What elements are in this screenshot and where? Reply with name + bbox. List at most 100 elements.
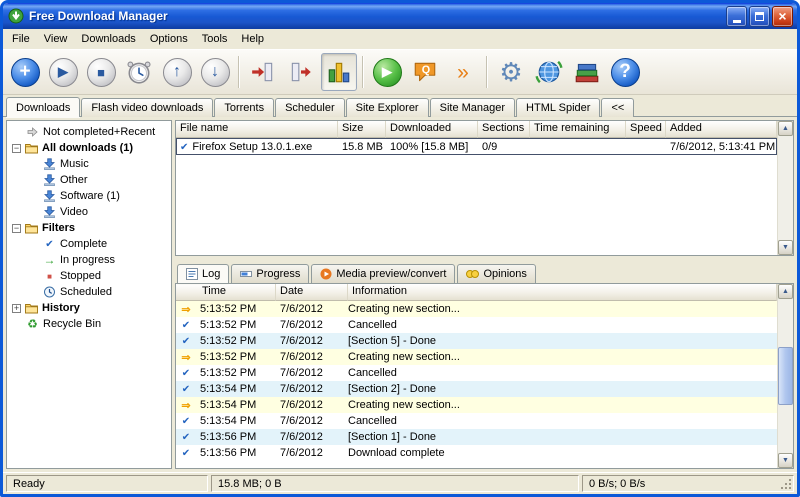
feedback-button[interactable]: Q xyxy=(407,53,443,91)
tab-flash-video-downloads[interactable]: Flash video downloads xyxy=(81,98,214,117)
sections-chart-toggle[interactable] xyxy=(321,53,357,91)
log-scrollbar[interactable]: ▲ ▼ xyxy=(777,284,793,468)
collapse-box-icon[interactable] xyxy=(12,223,21,233)
status-speed: 0 B/s; 0 B/s xyxy=(582,475,794,492)
column-header-size[interactable]: Size xyxy=(338,121,386,138)
menu-options[interactable]: Options xyxy=(143,31,195,48)
file-name: Firefox Setup 13.0.1.exe xyxy=(192,140,313,153)
books-icon xyxy=(575,63,599,83)
tree-item-in-progress[interactable]: In progress xyxy=(7,252,171,268)
download-row[interactable]: Firefox Setup 13.0.1.exe 15.8 MB 100% [1… xyxy=(176,138,777,155)
column-header-time[interactable]: Time xyxy=(176,284,276,301)
tree-item-other[interactable]: Other xyxy=(7,172,171,188)
community-button[interactable]: » xyxy=(445,53,481,91)
menu-downloads[interactable]: Downloads xyxy=(74,31,142,48)
log-date: 7/6/2012 xyxy=(280,303,323,315)
export-list-button[interactable] xyxy=(283,53,319,91)
app-window: Free Download Manager × File View Downlo… xyxy=(0,0,800,497)
move-down-button[interactable]: ↓ xyxy=(197,53,233,91)
menu-tools[interactable]: Tools xyxy=(195,31,235,48)
log-status-icon xyxy=(176,431,196,443)
column-header-information[interactable]: Information xyxy=(348,284,777,301)
scrollbar-track[interactable] xyxy=(778,136,793,240)
move-up-button[interactable]: ↑ xyxy=(159,53,195,91)
log-row[interactable]: 5:13:56 PM 7/6/2012 [Section 1] - Done xyxy=(176,429,777,445)
column-header-sections[interactable]: Sections xyxy=(478,121,530,138)
column-header-added[interactable]: Added xyxy=(666,121,777,138)
scroll-up-button[interactable]: ▲ xyxy=(778,121,793,136)
log-info: Creating new section... xyxy=(348,351,460,363)
tree-item-not-completed[interactable]: Not completed+Recent xyxy=(7,124,171,140)
log-row[interactable]: 5:13:52 PM 7/6/2012 Creating new section… xyxy=(176,301,777,317)
tab-collapse[interactable]: << xyxy=(601,98,635,117)
log-row[interactable]: 5:13:52 PM 7/6/2012 [Section 5] - Done xyxy=(176,333,777,349)
tree-item-history[interactable]: History xyxy=(7,300,171,316)
title-bar[interactable]: Free Download Manager × xyxy=(3,3,797,29)
tab-log[interactable]: Log xyxy=(177,264,230,284)
scroll-down-button[interactable]: ▼ xyxy=(778,453,793,468)
start-all-button[interactable]: ▶ xyxy=(369,53,405,91)
tab-opinions[interactable]: Opinions xyxy=(457,264,536,284)
scheduler-button[interactable] xyxy=(121,53,157,91)
import-list-button[interactable] xyxy=(245,53,281,91)
tab-html-spider[interactable]: HTML Spider xyxy=(516,98,601,117)
log-row[interactable]: 5:13:52 PM 7/6/2012 Cancelled xyxy=(176,365,777,381)
tree-item-recycle-bin[interactable]: Recycle Bin xyxy=(7,316,171,332)
tree-item-all-downloads[interactable]: All downloads (1) xyxy=(7,140,171,156)
media-play-icon xyxy=(320,268,332,280)
tree-item-filters[interactable]: Filters xyxy=(7,220,171,236)
tab-progress[interactable]: Progress xyxy=(231,264,310,284)
tab-site-manager[interactable]: Site Manager xyxy=(429,98,516,117)
scrollbar-thumb[interactable] xyxy=(778,347,793,405)
help-button[interactable]: ? xyxy=(607,53,643,91)
maximize-button[interactable] xyxy=(749,5,770,27)
green-play-icon: ▶ xyxy=(372,57,402,87)
log-row[interactable]: 5:13:56 PM 7/6/2012 Download complete xyxy=(176,445,777,461)
start-download-button[interactable]: ▶ xyxy=(45,53,81,91)
log-row[interactable]: 5:13:54 PM 7/6/2012 Creating new section… xyxy=(176,397,777,413)
menu-file[interactable]: File xyxy=(5,31,37,48)
tree-item-software[interactable]: Software (1) xyxy=(7,188,171,204)
settings-button[interactable]: ⚙ xyxy=(493,53,529,91)
scroll-down-button[interactable]: ▼ xyxy=(778,240,793,255)
add-download-button[interactable]: + xyxy=(7,53,43,91)
column-header-file-name[interactable]: File name xyxy=(176,121,338,138)
tab-site-explorer[interactable]: Site Explorer xyxy=(345,98,429,117)
tree-item-label: Video xyxy=(60,206,88,218)
tab-downloads[interactable]: Downloads xyxy=(6,97,81,117)
downloads-scrollbar[interactable]: ▲ ▼ xyxy=(777,121,793,255)
scrollbar-track[interactable] xyxy=(778,299,793,453)
expand-box-icon[interactable] xyxy=(12,303,21,313)
close-button[interactable]: × xyxy=(772,5,793,27)
tree-item-scheduled[interactable]: Scheduled xyxy=(7,284,171,300)
resize-grip[interactable] xyxy=(780,478,792,490)
column-header-time-remaining[interactable]: Time remaining xyxy=(530,121,626,138)
minimize-button[interactable] xyxy=(726,5,747,27)
tab-media-preview[interactable]: Media preview/convert xyxy=(311,264,456,284)
log-row[interactable]: 5:13:54 PM 7/6/2012 [Section 2] - Done xyxy=(176,381,777,397)
sections-cell: 0/9 xyxy=(482,140,498,153)
library-button[interactable] xyxy=(569,53,605,91)
tree-item-stopped[interactable]: Stopped xyxy=(7,268,171,284)
tab-torrents[interactable]: Torrents xyxy=(214,98,275,117)
collapse-box-icon[interactable] xyxy=(12,143,21,153)
remote-control-button[interactable] xyxy=(531,53,567,91)
tree-item-video[interactable]: Video xyxy=(7,204,171,220)
column-header-speed[interactable]: Speed xyxy=(626,121,666,138)
tab-scheduler[interactable]: Scheduler xyxy=(275,98,345,117)
toolbar-separator xyxy=(362,56,364,88)
tree-item-music[interactable]: Music xyxy=(7,156,171,172)
log-row[interactable]: 5:13:52 PM 7/6/2012 Creating new section… xyxy=(176,349,777,365)
column-header-downloaded[interactable]: Downloaded xyxy=(386,121,478,138)
tree-item-complete[interactable]: Complete xyxy=(7,236,171,252)
scroll-up-button[interactable]: ▲ xyxy=(778,284,793,299)
column-header-date[interactable]: Date xyxy=(276,284,348,301)
menu-view[interactable]: View xyxy=(37,31,75,48)
log-row[interactable]: 5:13:54 PM 7/6/2012 Cancelled xyxy=(176,413,777,429)
right-column: File name Size Downloaded Sections Time … xyxy=(175,120,794,469)
close-icon: × xyxy=(778,8,787,24)
log-row[interactable]: 5:13:52 PM 7/6/2012 Cancelled xyxy=(176,317,777,333)
menu-help[interactable]: Help xyxy=(234,31,271,48)
stop-download-button[interactable]: ■ xyxy=(83,53,119,91)
alarm-clock-icon xyxy=(127,61,151,84)
